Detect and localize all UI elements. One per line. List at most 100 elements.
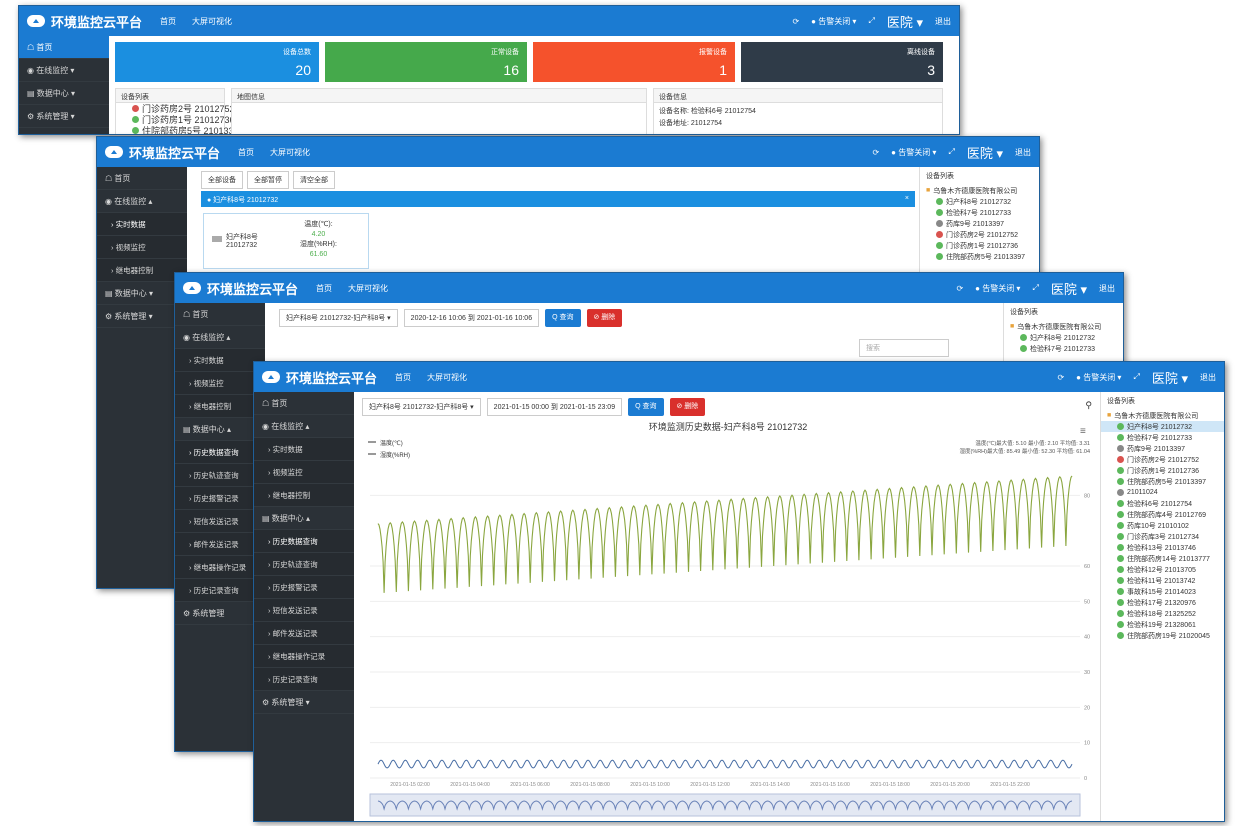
sidebar-item[interactable]: › 历史数据查询	[175, 441, 265, 464]
sidebar-item[interactable]: › 视频监控	[97, 236, 187, 259]
alarm-toggle[interactable]: ● 告警关闭 ▾	[1076, 372, 1121, 383]
search-input[interactable]: 搜索	[859, 339, 949, 357]
sidebar-item[interactable]: › 继电器控制	[175, 395, 265, 418]
sidebar-item[interactable]: › 邮件发送记录	[254, 622, 354, 645]
tree-root[interactable]: ■ 乌鲁木齐德康医院有限公司	[1004, 321, 1123, 332]
app-logo[interactable]: 环境监控云平台	[183, 279, 298, 298]
sidebar-item[interactable]: › 短信发送记录	[254, 599, 354, 622]
sidebar-item[interactable]: ▤ 数据中心 ▴	[254, 507, 354, 530]
brand-menu[interactable]: 医院 ▾	[1051, 279, 1087, 298]
nav-home[interactable]: 首页	[395, 372, 411, 383]
tree-root[interactable]: ■ 乌鲁木齐德康医院有限公司	[1101, 410, 1224, 421]
sidebar-item[interactable]: ◉ 在线监控 ▾	[19, 59, 109, 82]
tree-item[interactable]: 检验科6号 21012754	[1101, 498, 1224, 509]
nav-home[interactable]: 首页	[238, 147, 254, 158]
tree-item[interactable]: 妇产科8号 21012732	[1101, 421, 1224, 432]
tree-item[interactable]: 药库9号 21013397	[1101, 443, 1224, 454]
refresh-icon[interactable]: ⟳	[956, 284, 963, 293]
brand-menu[interactable]: 医院 ▾	[887, 12, 923, 31]
expand-icon[interactable]: ⤢	[1133, 372, 1139, 382]
tree-item[interactable]: 药库10号 21010102	[1101, 520, 1224, 531]
history-chart[interactable]: 环境监测历史数据-妇产科8号 21012732 ≡ 温度(℃) 湿度(%RH) …	[358, 418, 1098, 822]
sidebar-item[interactable]: › 继电器操作记录	[175, 556, 265, 579]
date-range-input[interactable]: 2020-12-16 10:06 到 2021-01-16 10:06	[403, 309, 540, 327]
tree-item[interactable]: 检验科19号 21328061	[1101, 619, 1224, 630]
chart-menu-icon[interactable]: ≡	[1080, 426, 1086, 437]
tree-item[interactable]: 住院部药库4号 21012769	[1101, 509, 1224, 520]
sidebar-item[interactable]: › 实时数据	[175, 349, 265, 372]
tree-item[interactable]: 检验科18号 21325252	[1101, 608, 1224, 619]
sidebar-item[interactable]: › 历史报警记录	[254, 576, 354, 599]
legend-temp[interactable]: 温度(℃)	[380, 439, 403, 447]
logout-link[interactable]: 退出	[1015, 147, 1031, 158]
legend-hum[interactable]: 湿度(%RH)	[380, 451, 410, 459]
sidebar-item[interactable]: ◉ 在线监控 ▴	[175, 326, 265, 349]
tree-item[interactable]: 检验科12号 21013705	[1101, 564, 1224, 575]
query-button[interactable]: Q 查询	[628, 398, 664, 416]
settings-icon[interactable]: ⚲	[1085, 400, 1092, 411]
alarm-toggle[interactable]: ● 告警关闭 ▾	[975, 283, 1020, 294]
query-button[interactable]: Q 查询	[545, 309, 581, 327]
sidebar-item[interactable]: › 邮件发送记录	[175, 533, 265, 556]
sidebar-item[interactable]: ☖ 首页	[19, 36, 109, 59]
tree-item[interactable]: 门诊药房2号 21012752	[1101, 454, 1224, 465]
sidebar-item[interactable]: › 历史报警记录	[175, 487, 265, 510]
tree-item[interactable]: 门诊药库3号 21012734	[1101, 531, 1224, 542]
tree-item[interactable]: 药库9号 21013397	[920, 218, 1039, 229]
sidebar-item[interactable]: ☖ 首页	[254, 392, 354, 415]
app-logo[interactable]: 环境监控云平台	[27, 12, 142, 31]
sidebar-item[interactable]: ⚙ 系统管理 ▾	[19, 105, 109, 128]
device-card[interactable]: 妇产科8号 21012732 温度(℃): 4.20 湿度(%RH): 61.60	[203, 213, 369, 269]
tree-item[interactable]: 妇产科8号 21012732	[1004, 332, 1123, 343]
list-item[interactable]: 住院部药房5号 21013397	[116, 125, 244, 134]
sidebar-item[interactable]: › 实时数据	[97, 213, 187, 236]
toolbar-button[interactable]: 全部设备	[201, 171, 243, 189]
sidebar-item[interactable]: ⚙ 系统管理	[175, 602, 265, 625]
sidebar-item[interactable]: › 继电器操作记录	[254, 645, 354, 668]
tree-item[interactable]: 妇产科8号 21012732	[920, 196, 1039, 207]
tree-item[interactable]: 住院部药房14号 21013777	[1101, 553, 1224, 564]
app-logo[interactable]: 环境监控云平台	[105, 143, 220, 162]
toolbar-button[interactable]: 清空全部	[293, 171, 335, 189]
sidebar-item[interactable]: ☖ 首页	[97, 167, 187, 190]
sidebar-item[interactable]: › 历史轨迹查询	[175, 464, 265, 487]
refresh-icon[interactable]: ⟳	[1057, 373, 1064, 382]
brand-menu[interactable]: 医院 ▾	[1152, 368, 1188, 387]
delete-button[interactable]: ⊘ 删除	[669, 398, 706, 416]
expand-icon[interactable]: ⤢	[1032, 283, 1038, 293]
stat-card[interactable]: 设备总数 20	[115, 42, 319, 82]
sidebar-item[interactable]: › 历史数据查询	[254, 530, 354, 553]
sidebar-item[interactable]: › 历史记录查询	[175, 579, 265, 602]
nav-screen[interactable]: 大屏可视化	[270, 147, 310, 158]
tree-item[interactable]: 21011024	[1101, 487, 1224, 498]
sidebar-item[interactable]: ▤ 数据中心 ▴	[175, 418, 265, 441]
logout-link[interactable]: 退出	[1099, 283, 1115, 294]
sidebar-item[interactable]: › 视频监控	[254, 461, 354, 484]
tree-item[interactable]: 门诊药房2号 21012752	[920, 229, 1039, 240]
toolbar-button[interactable]: 全部暂停	[247, 171, 289, 189]
sidebar-item[interactable]: › 历史轨迹查询	[254, 553, 354, 576]
tree-item[interactable]: 住院部药房5号 21013397	[1101, 476, 1224, 487]
alarm-toggle[interactable]: ● 告警关闭 ▾	[891, 147, 936, 158]
sidebar-item[interactable]: ☖ 首页	[175, 303, 265, 326]
expand-icon[interactable]: ⤢	[868, 16, 874, 26]
app-logo[interactable]: 环境监控云平台	[262, 368, 377, 387]
sidebar-item[interactable]: ◉ 在线监控 ▴	[97, 190, 187, 213]
sidebar-item[interactable]: › 历史记录查询	[254, 668, 354, 691]
stat-card[interactable]: 正常设备 16	[325, 42, 527, 82]
date-range-input[interactable]: 2021-01-15 00:00 到 2021-01-15 23:09	[486, 398, 623, 416]
tree-item[interactable]: 检验科11号 21013742	[1101, 575, 1224, 586]
sidebar-item[interactable]: › 继电器控制	[254, 484, 354, 507]
refresh-icon[interactable]: ⟳	[792, 17, 799, 26]
sidebar-item[interactable]: › 短信发送记录	[175, 510, 265, 533]
alarm-toggle[interactable]: ● 告警关闭 ▾	[811, 16, 856, 27]
logout-link[interactable]: 退出	[935, 16, 951, 27]
stat-card[interactable]: 离线设备 3	[741, 42, 943, 82]
device-select[interactable]: 妇产科8号 21012732-妇产科8号 ▾	[362, 398, 481, 416]
tree-root[interactable]: ■ 乌鲁木齐德康医院有限公司	[920, 185, 1039, 196]
sidebar-item[interactable]: › 视频监控	[175, 372, 265, 395]
delete-button[interactable]: ⊘ 删除	[586, 309, 623, 327]
expand-icon[interactable]: ⤢	[948, 147, 954, 157]
tree-item[interactable]: 事故科15号 21014023	[1101, 586, 1224, 597]
refresh-icon[interactable]: ⟳	[872, 148, 879, 157]
